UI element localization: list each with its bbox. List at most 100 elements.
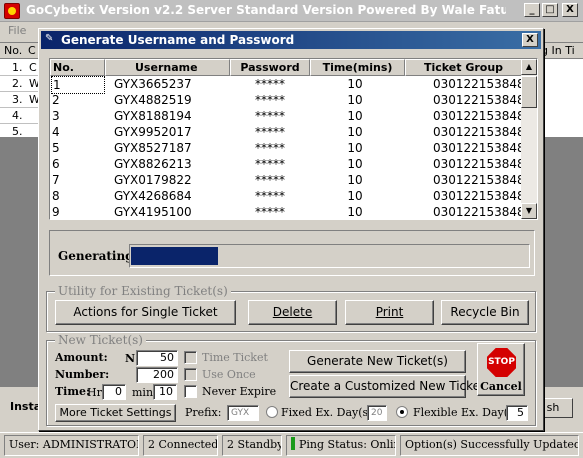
scrollbar-thumb[interactable] [521,76,537,108]
maximize-button[interactable]: □ [542,3,558,17]
main-title-bar: GoCybetix Version v2.2 Server Standard V… [0,0,583,22]
currency-n-label: N [125,352,136,365]
fixed-expiry-days-field[interactable]: 20 [367,405,387,421]
row-client: C [29,61,37,74]
ticket-row[interactable]: 7 GYX0179822 ***** 10 030122153848 [50,172,523,188]
status-bar: User: ADMINISTRATOR 2 Connected 2 Standb… [0,432,583,458]
ticket-list-scrollbar[interactable]: ▲ ▼ [521,59,537,219]
column-no[interactable]: No. [50,59,105,76]
time-ticket-label: Time Ticket [202,351,268,364]
column-time[interactable]: Time(mins) [310,59,405,76]
flexible-expiry-radio[interactable] [396,406,408,418]
table-row[interactable]: 2. W [0,76,40,92]
cancel-button[interactable]: STOP Cancel [477,343,525,396]
amount-field[interactable]: 50 [136,350,178,366]
ticket-password: ***** [255,125,285,139]
dialog-key-icon: ✎ [45,33,54,44]
row-number: 3. [12,93,23,106]
minimize-button[interactable]: _ [524,3,540,17]
ticket-username: GYX9952017 [114,125,192,139]
generate-dialog: ✎ Generate Username and Password X No. U… [38,28,544,431]
ticket-time: 10 [347,109,363,123]
ticket-row[interactable]: 1 GYX3665237 ***** 10 030122153848 [50,76,523,94]
status-ping: Ping Status: Online [286,435,396,456]
ticket-username: GYX4882519 [114,93,192,107]
progress-fill [131,247,218,265]
utility-legend: Utility for Existing Ticket(s) [55,284,231,298]
ticket-row[interactable]: 3 GYX8188194 ***** 10 030122153848 [50,108,523,124]
ticket-row[interactable]: 5 GYX8527187 ***** 10 030122153848 [50,140,523,156]
never-expire-checkbox[interactable] [184,385,197,398]
ticket-password: ***** [255,157,285,171]
flexible-expiry-days-field[interactable]: 5 [506,405,528,421]
ticket-row[interactable]: 8 GYX4268684 ***** 10 030122153848 [50,188,523,204]
ticket-time: 10 [347,205,363,219]
row-number: 2. [12,77,23,90]
ticket-no: 6 [52,157,60,171]
use-once-label: Use Once [202,368,256,381]
print-button[interactable]: Print [345,300,434,325]
use-once-checkbox[interactable] [184,368,197,381]
ticket-row[interactable]: 6 GYX8826213 ***** 10 030122153848 [50,156,523,172]
hour-label: Hr [87,386,102,399]
minute-label: min [132,386,154,399]
more-ticket-settings-button[interactable]: More Ticket Settings [55,404,176,422]
app-icon [4,3,20,19]
minute-field[interactable]: 10 [153,384,177,400]
dialog-close-button[interactable]: X [522,33,538,47]
time-ticket-checkbox[interactable] [184,351,197,364]
ticket-no: 5 [52,141,60,155]
scroll-up-icon[interactable]: ▲ [521,59,537,75]
dialog-title-bar: ✎ Generate Username and Password X [41,31,541,49]
new-tickets-group: New Ticket(s) Amount: N 50 Number: 200 T… [46,333,536,426]
ticket-password: ***** [255,141,285,155]
hour-field[interactable]: 0 [102,384,126,400]
status-standby: 2 Standby [222,435,282,456]
actions-single-ticket-button[interactable]: Actions for Single Ticket [55,300,236,325]
column-ticket-group[interactable]: Ticket Group [405,59,522,76]
ticket-username: GYX4195100 [114,205,192,219]
prefix-field[interactable]: GYX [227,405,259,421]
row-number: 1. [12,61,23,74]
ticket-no: 2 [52,93,60,107]
recycle-bin-button[interactable]: Recycle Bin [441,300,529,325]
ticket-group: 030122153848 [433,173,523,187]
ticket-password: ***** [255,205,285,219]
ticket-time: 10 [347,77,363,91]
ticket-group: 030122153848 [433,77,523,91]
prefix-label: Prefix: [185,406,222,419]
scroll-down-icon[interactable]: ▼ [521,203,537,219]
ticket-username: GYX8826213 [114,157,192,171]
stop-sign-icon: STOP [487,348,516,377]
ticket-time: 10 [347,189,363,203]
close-button[interactable]: X [562,3,578,17]
ticket-row[interactable]: 2 GYX4882519 ***** 10 030122153848 [50,92,523,108]
row-number: 4. [12,109,23,122]
ticket-time: 10 [347,141,363,155]
ticket-password: ***** [255,189,285,203]
ticket-time: 10 [347,93,363,107]
cancel-label: Cancel [480,380,522,393]
status-message: Option(s) Successfully Updated. [400,435,579,456]
generate-new-tickets-button[interactable]: Generate New Ticket(s) [289,350,466,373]
table-row[interactable]: 3. W [0,92,40,108]
number-field[interactable]: 200 [136,367,178,383]
dialog-title: Generate Username and Password [61,33,295,47]
column-username[interactable]: Username [105,59,230,76]
delete-button[interactable]: Delete [248,300,337,325]
create-customized-ticket-button[interactable]: Create a Customized New Ticket [289,375,485,398]
instant-label: Insta [10,400,42,413]
table-row[interactable]: 1. C [0,60,40,76]
ticket-username: GYX8188194 [114,109,192,123]
ticket-row[interactable]: 4 GYX9952017 ***** 10 030122153848 [50,124,523,140]
menu-file[interactable]: File [8,24,26,37]
column-password[interactable]: Password [230,59,310,76]
ticket-list[interactable]: No. Username Password Time(mins) Ticket … [49,58,538,220]
utility-group: Utility for Existing Ticket(s) Actions f… [46,284,536,332]
amount-label: Amount: [55,351,108,364]
ticket-time: 10 [347,157,363,171]
table-row[interactable]: 4. [0,108,40,124]
ticket-row[interactable]: 9 GYX4195100 ***** 10 030122153848 [50,204,523,219]
fixed-expiry-radio[interactable] [266,406,278,418]
header-no: No. [4,44,23,57]
